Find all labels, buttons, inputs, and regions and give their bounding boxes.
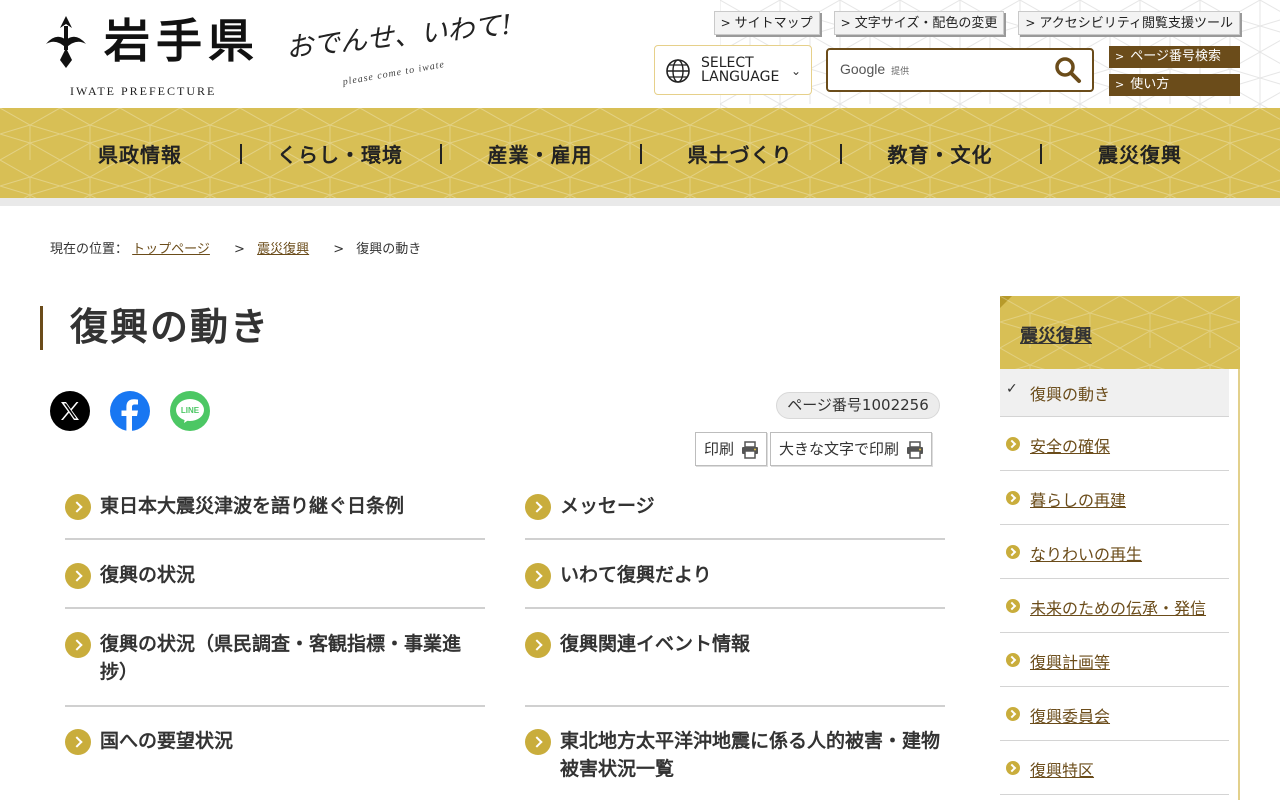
- arrow-right-icon: [1006, 491, 1020, 505]
- link-item[interactable]: 東北地方太平洋沖地震に係る人的被害・建物被害状況一覧: [525, 715, 945, 800]
- text-size-color-link[interactable]: > 文字サイズ・配色の変更: [833, 11, 1005, 35]
- utility-links: > サイトマップ > 文字サイズ・配色の変更 > アクセシビリティ閲覧支援ツール: [713, 11, 1240, 35]
- sidebar-item[interactable]: 復興委員会: [1000, 687, 1229, 741]
- x-icon: [61, 402, 79, 420]
- sitemap-link[interactable]: > サイトマップ: [713, 11, 820, 35]
- arrow-right-icon: [65, 632, 91, 658]
- print-button[interactable]: 印刷: [695, 432, 768, 466]
- arrow-right-icon: [65, 563, 91, 589]
- breadcrumb-link-recovery[interactable]: 震災復興: [257, 242, 309, 257]
- facebook-share-button[interactable]: [110, 391, 150, 431]
- sidebar-item[interactable]: 安全の確保: [1000, 417, 1229, 471]
- link-item[interactable]: 復興の状況（県民調査・客観指標・事業進捗）: [65, 618, 485, 707]
- select-language-label: SELECT LANGUAGE: [701, 55, 780, 85]
- arrow-right-icon: [1006, 761, 1020, 775]
- site-logo-subtitle: IWATE PREFECTURE: [70, 84, 217, 98]
- search-input[interactable]: [838, 58, 1038, 82]
- site-header: 岩手県 IWATE PREFECTURE おでんせ、いわて! please co…: [0, 0, 1280, 108]
- page-number-badge: ページ番号1002256: [776, 392, 940, 419]
- link-item[interactable]: 復興関連イベント情報: [525, 618, 945, 707]
- breadcrumb-separator: >: [234, 242, 245, 257]
- social-share: LINE: [50, 391, 210, 431]
- global-nav: 県政情報 くらし・環境 産業・雇用 県土づくり 教育・文化 震災復興: [0, 108, 1280, 198]
- sidebar-item[interactable]: なりわいの再生: [1000, 525, 1229, 579]
- page-title: 復興の動き: [40, 306, 270, 350]
- printer-icon: [742, 441, 759, 459]
- site-logo[interactable]: 岩手県: [104, 12, 260, 70]
- line-share-button[interactable]: LINE: [170, 391, 210, 431]
- chevron-right-icon: >: [1115, 50, 1125, 63]
- globe-icon: [666, 59, 690, 83]
- select-language-button[interactable]: SELECT LANGUAGE ⌄: [654, 45, 812, 95]
- arrow-right-icon: [1006, 707, 1020, 721]
- arrow-right-icon: [525, 632, 551, 658]
- local-nav-sidebar: 震災復興 ✓ 復興の動き 安全の確保 暮らしの再建 なりわいの再生 未来のための…: [1000, 296, 1240, 800]
- arrow-right-icon: [525, 563, 551, 589]
- arrow-right-icon: [1006, 545, 1020, 559]
- arrow-right-icon: [525, 494, 551, 520]
- sidebar-item[interactable]: 暮らしの再建: [1000, 471, 1229, 525]
- sidebar-item[interactable]: 復興特区: [1000, 741, 1229, 795]
- tagline-main: おでんせ、いわて!: [284, 9, 514, 65]
- nav-item-education-culture[interactable]: 教育・文化: [840, 108, 1040, 198]
- chevron-right-icon: >: [720, 16, 731, 30]
- arrow-right-icon: [65, 729, 91, 755]
- sidebar-heading: 震災復興: [1000, 296, 1240, 369]
- link-item[interactable]: メッセージ: [525, 480, 945, 540]
- nav-item-disaster-recovery[interactable]: 震災復興: [1040, 108, 1240, 198]
- page-number-search-button[interactable]: > ページ番号検索: [1109, 46, 1240, 68]
- nav-item-land-development[interactable]: 県土づくり: [640, 108, 840, 198]
- nav-item-industry-employment[interactable]: 産業・雇用: [440, 108, 640, 198]
- link-item[interactable]: いわて復興だより: [525, 549, 945, 609]
- header-side-buttons: > ページ番号検索 > 使い方: [1109, 46, 1240, 102]
- sidebar-heading-link[interactable]: 震災復興: [1020, 322, 1092, 348]
- x-share-button[interactable]: [50, 391, 90, 431]
- breadcrumb: 現在の位置： トップページ > 震災復興 > 復興の動き: [50, 238, 421, 257]
- accessibility-tool-link[interactable]: > アクセシビリティ閲覧支援ツール: [1018, 11, 1240, 35]
- sidebar-item[interactable]: 復興計画等: [1000, 633, 1229, 687]
- sidebar-item-current[interactable]: ✓ 復興の動き: [1000, 369, 1229, 417]
- tagline: おでんせ、いわて! please come to iwate: [285, 9, 528, 88]
- svg-text:LINE: LINE: [181, 406, 200, 415]
- arrow-right-icon: [1006, 437, 1020, 451]
- arrow-right-icon: [525, 729, 551, 755]
- print-large-text-button[interactable]: 大きな文字で印刷: [770, 432, 933, 466]
- search-icon[interactable]: [1054, 56, 1082, 84]
- prefecture-emblem-icon: [46, 16, 86, 68]
- sidebar-list: ✓ 復興の動き 安全の確保 暮らしの再建 なりわいの再生 未来のための伝承・発信…: [1000, 369, 1240, 800]
- chevron-right-icon: >: [840, 16, 851, 30]
- chevron-right-icon: >: [1025, 16, 1036, 30]
- how-to-use-button[interactable]: > 使い方: [1109, 74, 1240, 96]
- link-item[interactable]: 復興の状況: [65, 549, 485, 609]
- nav-item-prefectural-info[interactable]: 県政情報: [40, 108, 240, 198]
- link-item[interactable]: 国への要望状況: [65, 715, 485, 800]
- chevron-down-icon: ⌄: [790, 64, 801, 78]
- arrow-right-icon: [65, 494, 91, 520]
- arrow-right-icon: [1006, 653, 1020, 667]
- tagline-sub: please come to iwate: [341, 59, 446, 88]
- nav-item-living-environment[interactable]: くらし・環境: [240, 108, 440, 198]
- breadcrumb-link-top[interactable]: トップページ: [132, 242, 210, 257]
- arrow-right-icon: [1006, 599, 1020, 613]
- check-icon: ✓: [1006, 381, 1018, 397]
- nav-divider: [0, 198, 1280, 206]
- link-item[interactable]: 東日本大震災津波を語り継ぐ日条例: [65, 480, 485, 540]
- breadcrumb-prefix: 現在の位置：: [50, 242, 129, 257]
- facebook-icon: [121, 399, 138, 431]
- sidebar-item[interactable]: 未来のための伝承・発信: [1000, 579, 1229, 633]
- breadcrumb-current: 復興の動き: [356, 242, 422, 257]
- chevron-right-icon: >: [1115, 78, 1125, 91]
- breadcrumb-separator: >: [333, 242, 345, 257]
- line-icon: LINE: [176, 399, 204, 423]
- site-search: Google 提供: [826, 48, 1094, 92]
- printer-icon: [907, 441, 924, 459]
